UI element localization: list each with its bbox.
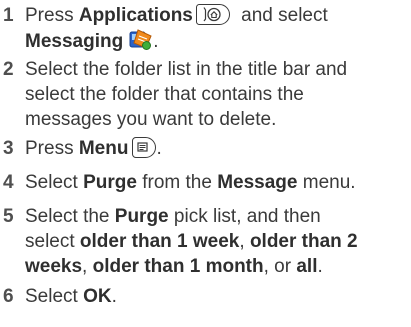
step-line: Select the folder list in the title bar … (25, 59, 348, 80)
text-run: pick list, and then (168, 206, 321, 227)
bold-term: Menu (78, 138, 129, 159)
step-line: Press Menu. (25, 136, 409, 161)
step-line: messages you want to delete. (25, 109, 277, 130)
bold-term: Purge (114, 206, 169, 227)
text-run: . (156, 138, 162, 159)
text-run: and select (235, 5, 328, 26)
step-text: Select the Purge pick list, and then sel… (25, 204, 409, 279)
text-run: Press (25, 5, 79, 26)
bold-term: weeks (25, 256, 83, 277)
step-number: 3 (3, 138, 14, 159)
messaging-app-icon (127, 28, 153, 59)
text-run: Select (25, 286, 84, 307)
text-run: , (82, 256, 93, 277)
bold-term: Applications (78, 5, 193, 26)
text-run: , or (263, 256, 297, 277)
step-line: select the folder that contains the (25, 84, 304, 105)
bold-term: older than 1 week (79, 231, 240, 252)
step-text: Press Applications and select Messaging … (25, 3, 409, 59)
bold-term: OK (83, 286, 112, 307)
text-run: select (25, 231, 80, 252)
step-number: 1 (3, 5, 14, 26)
step-text: Press Menu. (25, 136, 409, 161)
text-run: menu. (297, 172, 356, 193)
bold-term: older than 1 month (92, 256, 264, 277)
text-run: Select the (25, 206, 115, 227)
text-run: . (111, 286, 117, 307)
bold-term: Messaging (25, 31, 124, 52)
text-run: Press (25, 138, 79, 159)
text-run: . (153, 31, 159, 52)
step-text: Select OK. (25, 284, 409, 309)
step-line: Select OK. (25, 284, 409, 309)
bold-term: all (296, 256, 318, 277)
menu-button-icon (132, 137, 157, 158)
step-number: 5 (3, 206, 14, 227)
step-number: 2 (3, 59, 14, 80)
step-line: weeks, older than 1 month, or all. (25, 254, 409, 279)
step-text: Select the folder list in the title bar … (25, 57, 409, 132)
home-button-icon (195, 4, 230, 25)
text-run: . (317, 256, 323, 277)
bold-term: Message (217, 172, 298, 193)
step-line: Press Applications and select (25, 3, 409, 28)
step-line: Select Purge from the Message menu. (25, 170, 409, 195)
step-line: Messaging . (25, 28, 409, 59)
text-run: , (239, 231, 250, 252)
step-line: Select the Purge pick list, and then (25, 204, 409, 229)
step-number: 6 (3, 286, 14, 307)
text-run: Select (25, 172, 84, 193)
bold-term: older than 2 (249, 231, 358, 252)
step-line: select older than 1 week, older than 2 (25, 229, 409, 254)
step-number: 4 (3, 172, 14, 193)
bold-term: Purge (83, 172, 137, 193)
step-text: Select Purge from the Message menu. (25, 170, 409, 195)
text-run: from the (136, 172, 218, 193)
